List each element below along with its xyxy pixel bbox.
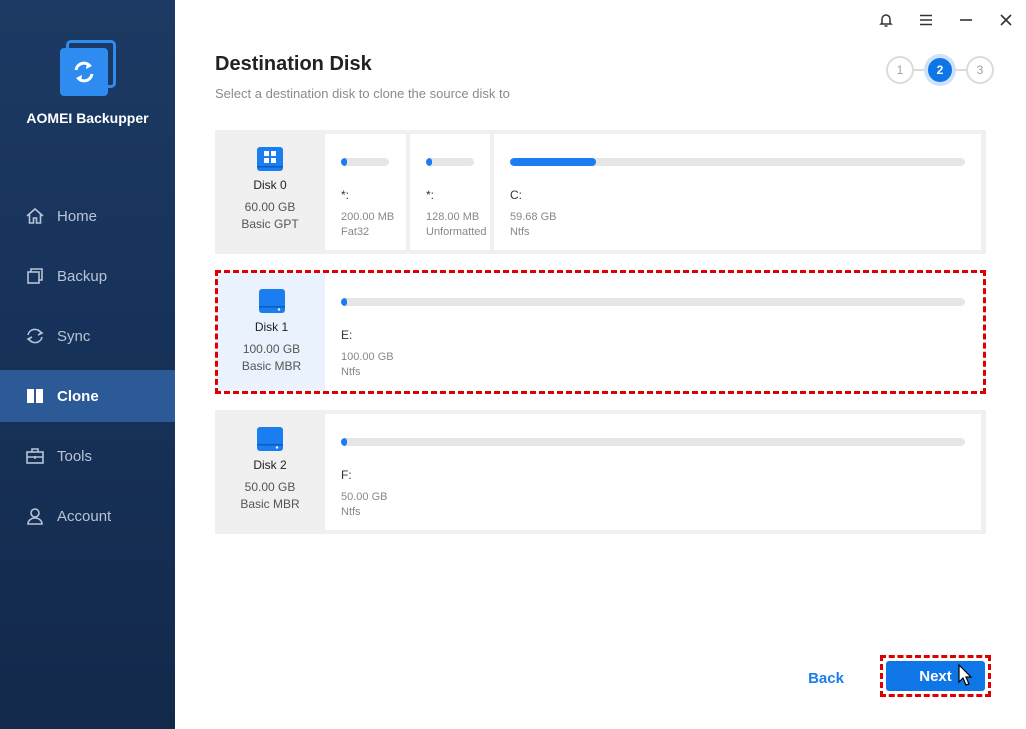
sidebar-item-label: Home <box>57 207 98 225</box>
sidebar-item-sync[interactable]: Sync <box>0 310 175 362</box>
sync-icon <box>24 325 46 347</box>
account-icon <box>24 505 46 527</box>
step-2: 2 <box>926 56 954 84</box>
home-icon <box>24 205 46 227</box>
partition-letter: E: <box>341 328 353 342</box>
disk-info: Disk 1 100.00 GB Basic MBR <box>218 273 325 391</box>
disk-info: Disk 0 60.00 GB Basic GPT <box>215 130 325 254</box>
disk-info: Disk 2 50.00 GB Basic MBR <box>215 410 325 534</box>
partition-card: *: 128.00 MB Unformatted <box>410 134 490 250</box>
partition-filesystem: Ntfs <box>510 226 530 238</box>
partition-filesystem: Unformatted <box>426 226 487 238</box>
menu-icon[interactable] <box>906 0 946 40</box>
partition-card: C: 59.68 GB Ntfs <box>494 134 981 250</box>
sidebar-nav: Home Backup Sync Clone Tools Account <box>0 190 175 550</box>
clone-icon <box>24 385 46 407</box>
partition-card: E: 100.00 GB Ntfs <box>325 274 981 390</box>
partition-size: 100.00 GB <box>341 351 394 363</box>
usage-bar <box>510 158 965 166</box>
partition-filesystem: Fat32 <box>341 226 370 238</box>
step-1: 1 <box>886 56 914 84</box>
disk-size: 60.00 GB <box>244 200 296 214</box>
sidebar-item-label: Sync <box>57 327 91 345</box>
mouse-cursor-icon <box>958 664 973 686</box>
partition-letter: *: <box>426 188 435 202</box>
disk-type: Basic MBR <box>241 359 302 373</box>
partition-size: 50.00 GB <box>341 491 388 503</box>
sidebar-item-tools[interactable]: Tools <box>0 430 175 482</box>
minimize-icon[interactable] <box>946 0 986 40</box>
tools-icon <box>24 445 46 467</box>
step-indicator: 1 2 3 <box>886 56 994 84</box>
partition-size: 59.68 GB <box>510 211 557 223</box>
sidebar-item-label: Account <box>57 507 112 525</box>
usage-bar <box>341 298 965 306</box>
disk-name: Disk 1 <box>254 320 289 334</box>
disk-row-2[interactable]: Disk 2 50.00 GB Basic MBR F: 50.00 GB Nt… <box>215 410 986 534</box>
disk-name: Disk 2 <box>253 458 287 472</box>
step-3: 3 <box>966 56 994 84</box>
partition-card: F: 50.00 GB Ntfs <box>325 414 981 530</box>
partition-letter: *: <box>341 188 350 202</box>
page-subtitle: Select a destination disk to clone the s… <box>215 86 510 101</box>
partition-filesystem: Ntfs <box>341 506 361 518</box>
disk-icon <box>255 424 285 454</box>
close-icon[interactable] <box>986 0 1026 40</box>
bell-icon[interactable] <box>866 0 906 40</box>
disk-type: Basic MBR <box>240 497 300 511</box>
sidebar-item-home[interactable]: Home <box>0 190 175 242</box>
back-button[interactable]: Back <box>790 665 862 691</box>
usage-bar <box>341 158 389 166</box>
title-bar-controls <box>866 0 1026 40</box>
usage-bar-fill <box>341 298 347 306</box>
sidebar: AOMEI Backupper Home Backup Sync Clone T… <box>0 0 175 729</box>
disk-size: 100.00 GB <box>242 342 301 356</box>
partition-letter: F: <box>341 468 352 482</box>
step-connector <box>954 69 966 71</box>
page-title: Destination Disk <box>215 53 372 75</box>
usage-bar-fill <box>510 158 597 166</box>
app-name: AOMEI Backupper <box>26 110 149 126</box>
sidebar-item-account[interactable]: Account <box>0 490 175 542</box>
usage-bar <box>341 438 965 446</box>
sidebar-item-label: Backup <box>57 267 108 285</box>
usage-bar <box>426 158 474 166</box>
sidebar-item-label: Tools <box>57 447 93 465</box>
sidebar-item-backup[interactable]: Backup <box>0 250 175 302</box>
usage-bar-fill <box>426 158 432 166</box>
sidebar-item-clone[interactable]: Clone <box>0 370 175 422</box>
usage-bar-fill <box>341 438 347 446</box>
backup-icon <box>24 265 46 287</box>
partition-letter: C: <box>510 188 522 202</box>
app-logo-icon <box>58 40 118 98</box>
disk-name: Disk 0 <box>253 178 287 192</box>
disk-row-1[interactable]: Disk 1 100.00 GB Basic MBR E: 100.00 GB … <box>215 270 986 394</box>
disk-size: 50.00 GB <box>244 480 296 494</box>
partition-size: 200.00 MB <box>341 211 395 223</box>
disk-icon <box>257 286 287 316</box>
sidebar-item-label: Clone <box>57 387 99 405</box>
disk-type: Basic GPT <box>241 217 299 231</box>
step-connector <box>914 69 926 71</box>
usage-bar-fill <box>341 158 347 166</box>
partition-card: *: 200.00 MB Fat32 <box>325 134 406 250</box>
partition-filesystem: Ntfs <box>341 366 361 378</box>
disk-row-0[interactable]: Disk 0 60.00 GB Basic GPT *: 200.00 MB F… <box>215 130 986 254</box>
windows-disk-icon <box>255 144 285 174</box>
next-button-highlight: Next <box>880 655 991 697</box>
partition-size: 128.00 MB <box>426 211 480 223</box>
